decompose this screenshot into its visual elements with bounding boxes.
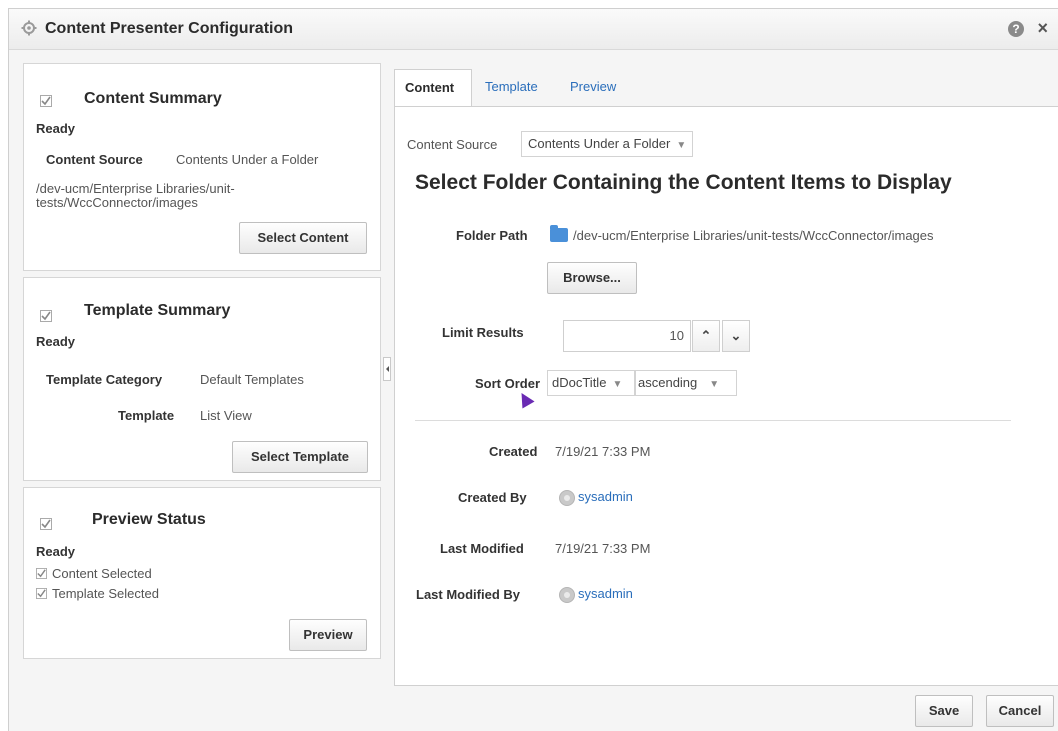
checkbox-checked-icon: [40, 310, 52, 322]
select-content-button[interactable]: Select Content: [239, 222, 367, 254]
content-source-value: Contents Under a Folder: [176, 152, 319, 167]
chevron-down-icon: ▼: [676, 140, 687, 151]
checkbox-checked-icon: [40, 95, 52, 107]
created-label: Created: [489, 444, 538, 459]
user-avatar-icon: [559, 587, 575, 603]
content-summary-status: Ready: [36, 121, 76, 136]
tab-bar: Content Template Preview: [394, 69, 1058, 107]
content-path-text: /dev-ucm/Enterprise Libraries/unit-tests…: [36, 181, 235, 210]
checkbox-checked-icon: [36, 588, 47, 599]
cancel-button[interactable]: Cancel: [986, 695, 1054, 727]
content-presenter-dialog: Content Presenter Configuration ? × Cont…: [8, 8, 1058, 731]
template-summary-status: Ready: [36, 334, 76, 349]
sort-order-label: Sort Order: [475, 376, 541, 391]
folder-path-label: Folder Path: [456, 228, 528, 243]
preview-status-status: Ready: [36, 544, 76, 559]
content-source-select[interactable]: Contents Under a Folder ▼: [521, 131, 694, 157]
preview-button[interactable]: Preview: [289, 619, 367, 651]
divider: [415, 420, 1011, 421]
chevron-up-icon[interactable]: ⌃: [692, 320, 720, 352]
created-by-label: Created By: [458, 490, 527, 505]
content-summary-title: Content Summary: [84, 90, 222, 107]
page-title: Select Folder Containing the Content Ite…: [415, 171, 952, 194]
sort-direction-select[interactable]: ascending ▼: [635, 370, 737, 396]
tab-template[interactable]: Template: [485, 69, 538, 107]
last-modified-by-user-link[interactable]: sysadmin: [578, 586, 633, 601]
created-value: 7/19/21 7:33 PM: [555, 444, 651, 459]
created-by-user-link[interactable]: sysadmin: [578, 489, 633, 504]
preview-status-panel: Preview Status Ready Content Selected Te…: [23, 487, 381, 659]
last-modified-label: Last Modified: [440, 541, 524, 556]
panel-splitter-handle[interactable]: [383, 357, 391, 381]
preview-status-title: Preview Status: [92, 511, 206, 528]
last-modified-by-label: Last Modified By: [416, 587, 521, 602]
checkbox-checked-icon: [40, 518, 52, 530]
content-source-select-value: Contents Under a Folder: [528, 136, 671, 151]
list-item: Content Selected: [36, 566, 152, 581]
folder-icon: [550, 225, 568, 242]
template-summary-panel: Template Summary Ready Template Category…: [23, 277, 381, 481]
list-item: Template Selected: [36, 586, 159, 601]
chevron-down-icon: ▼: [709, 379, 720, 390]
gear-icon: [21, 20, 37, 36]
folder-path-value: /dev-ucm/Enterprise Libraries/unit-tests…: [573, 228, 934, 243]
user-avatar-icon: [559, 490, 575, 506]
tab-content[interactable]: Content: [394, 69, 472, 107]
template-category-label: Template Category: [46, 372, 163, 387]
sort-direction-value: ascending: [638, 375, 698, 390]
browse-button[interactable]: Browse...: [547, 262, 637, 294]
template-label: Template: [118, 408, 175, 423]
content-summary-panel: Content Summary Ready Content Source Con…: [23, 63, 381, 271]
close-icon[interactable]: ×: [1037, 18, 1048, 39]
chevron-down-icon: ▼: [612, 379, 623, 390]
content-source-label: Content Source: [407, 137, 498, 152]
tab-preview[interactable]: Preview: [570, 69, 616, 107]
sort-field-select[interactable]: dDocTitle ▼: [547, 370, 635, 396]
last-modified-value: 7/19/21 7:33 PM: [555, 541, 651, 556]
chevron-down-icon[interactable]: ⌄: [722, 320, 750, 352]
sort-field-value: dDocTitle: [552, 375, 607, 390]
limit-results-input[interactable]: 10: [563, 320, 691, 352]
template-value: List View: [200, 408, 252, 423]
dialog-title: Content Presenter Configuration: [45, 20, 294, 37]
select-template-button[interactable]: Select Template: [232, 441, 368, 473]
save-button[interactable]: Save: [915, 695, 973, 727]
limit-results-label: Limit Results: [442, 325, 524, 340]
template-selected-label: Template Selected: [52, 586, 159, 601]
template-category-value: Default Templates: [200, 372, 304, 387]
content-tab-panel: Content Source Contents Under a Folder ▼ …: [394, 106, 1058, 686]
content-source-label: Content Source: [46, 152, 143, 167]
checkbox-checked-icon: [36, 568, 47, 579]
template-summary-title: Template Summary: [84, 302, 231, 319]
dialog-titlebar: Content Presenter Configuration ? ×: [9, 9, 1058, 50]
help-icon[interactable]: ?: [1008, 21, 1024, 37]
content-selected-label: Content Selected: [52, 566, 152, 581]
